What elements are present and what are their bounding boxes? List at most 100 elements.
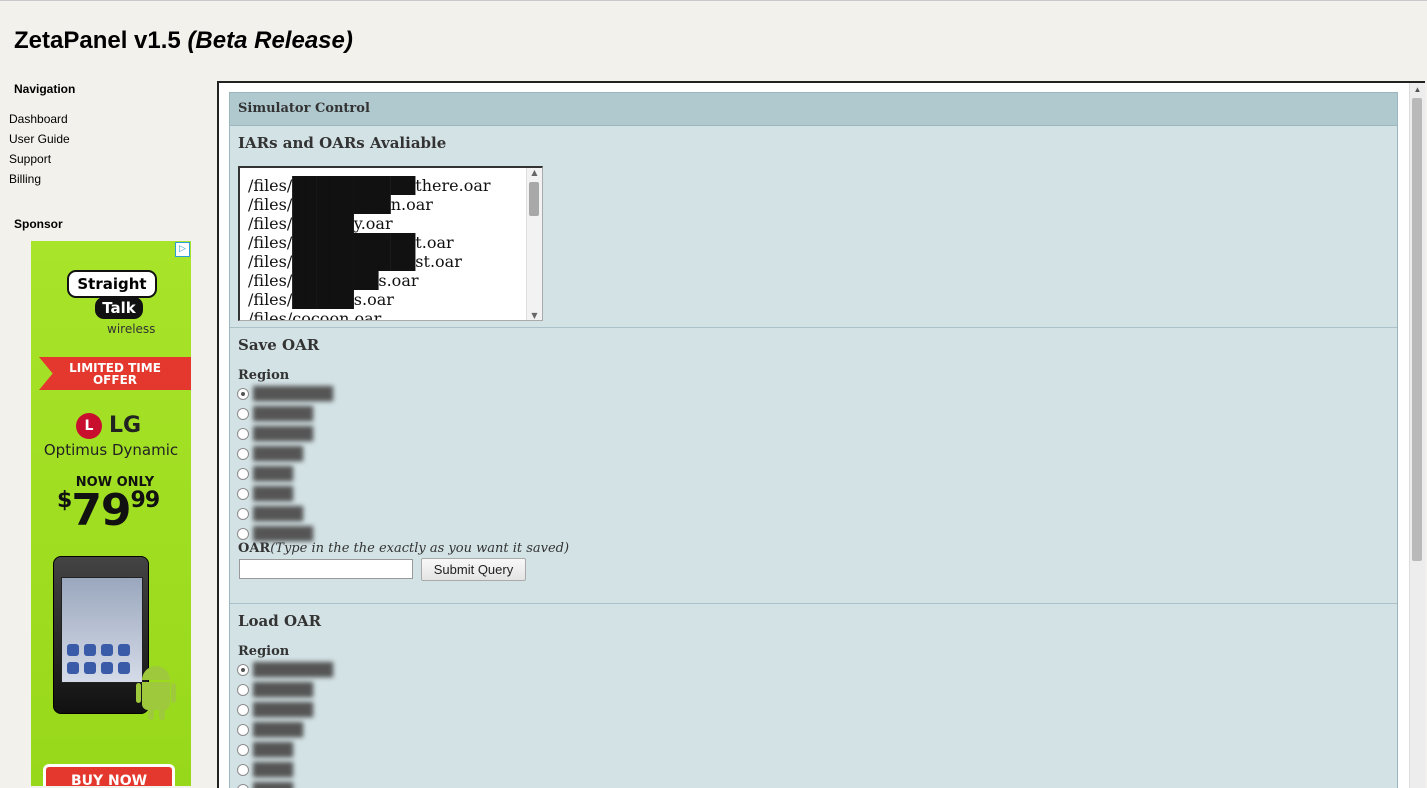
simulator-control-card: Simulator Control IARs and OARs Avaliabl… (229, 92, 1398, 788)
files-scroll-thumb[interactable] (529, 182, 539, 216)
phone-screen (61, 577, 143, 683)
radio-button[interactable] (237, 508, 249, 520)
brand-sub: wireless (107, 322, 155, 336)
top-border (0, 0, 1427, 1)
region-name: ████ (253, 467, 293, 482)
sponsor-ad[interactable]: ▷ Straight Talk wireless LIMITED TIME OF… (31, 241, 191, 786)
save-region-radio[interactable]: ████ (237, 464, 293, 484)
section-divider (230, 327, 1397, 328)
save-region-label: Region (238, 368, 289, 383)
load-region-radio[interactable]: ██████ (237, 700, 313, 720)
main-frame: Simulator Control IARs and OARs Avaliabl… (217, 81, 1425, 788)
lg-logo-icon: L (76, 413, 102, 439)
phone-app-row (67, 662, 137, 674)
region-name: ██████ (253, 683, 313, 698)
save-region-radio[interactable]: █████ (237, 504, 303, 524)
ad-price: $7999 (57, 485, 159, 536)
file-item[interactable]: /files/███████s.oar (248, 271, 491, 290)
card-header: Simulator Control (230, 93, 1397, 126)
price-main: 79 (71, 485, 130, 536)
region-name: ████████ (253, 387, 333, 402)
submit-query-button[interactable]: Submit Query (421, 558, 526, 581)
file-item[interactable]: /files/██████████st.oar (248, 252, 491, 271)
file-item[interactable]: /files/████████n.oar (248, 195, 491, 214)
radio-button[interactable] (237, 744, 249, 756)
region-name: █████ (253, 447, 303, 462)
brand-line2: Talk (95, 297, 143, 319)
radio-button[interactable] (237, 388, 249, 400)
load-region-radio[interactable]: █████ (237, 720, 303, 740)
save-oar-title: Save OAR (238, 336, 319, 354)
scroll-down-icon[interactable]: ▼ (527, 311, 542, 320)
files-scrollbar[interactable]: ▲ ▼ (526, 168, 542, 320)
sponsor-heading: Sponsor (14, 217, 63, 231)
phone-app-row (67, 644, 137, 656)
oar-hint: (Type in the the exactly as you want it … (270, 541, 569, 556)
straight-talk-logo: Straight Talk (67, 270, 151, 318)
radio-button[interactable] (237, 684, 249, 696)
radio-button[interactable] (237, 448, 249, 460)
region-name: ████ (253, 763, 293, 778)
load-region-label: Region (238, 644, 289, 659)
radio-button[interactable] (237, 764, 249, 776)
main-scroll-thumb[interactable] (1412, 98, 1422, 561)
adchoices-icon[interactable]: ▷ (175, 242, 190, 257)
file-item[interactable]: /files/██████████t.oar (248, 233, 491, 252)
radio-button[interactable] (237, 468, 249, 480)
radio-button[interactable] (237, 784, 249, 788)
file-item[interactable]: /files/cocoon.oar (248, 309, 491, 321)
load-region-radio[interactable]: ████ (237, 780, 293, 788)
files-listbox[interactable]: /files/██████████there.oar /files/██████… (238, 166, 543, 321)
scroll-up-icon[interactable]: ▲ (527, 168, 542, 177)
radio-button[interactable] (237, 664, 249, 676)
radio-button[interactable] (237, 408, 249, 420)
load-region-radio[interactable]: ████ (237, 760, 293, 780)
oar-name-input[interactable] (239, 559, 413, 579)
oar-label-text: OAR (238, 541, 270, 556)
save-region-radio[interactable]: █████ (237, 444, 303, 464)
radio-button[interactable] (237, 528, 249, 540)
nav-link-billing[interactable]: Billing (9, 172, 41, 186)
banner-line2: OFFER (39, 374, 191, 386)
radio-button[interactable] (237, 428, 249, 440)
region-name: █████ (253, 723, 303, 738)
region-name: ██████ (253, 527, 313, 542)
app-title-text: ZetaPanel v1.5 (14, 27, 181, 54)
load-region-radio[interactable]: ████ (237, 740, 293, 760)
section-divider (230, 603, 1397, 604)
brand-line1: Straight (67, 270, 157, 298)
main-scrollbar[interactable]: ▲ (1409, 83, 1425, 788)
oar-label: OAR(Type in the the exactly as you want … (238, 541, 569, 556)
phone-image (53, 556, 149, 714)
buy-now-button[interactable]: BUY NOW (43, 764, 175, 786)
price-dollar: $ (57, 488, 71, 513)
scroll-up-icon[interactable]: ▲ (1410, 83, 1425, 97)
file-item[interactable]: /files/██████████there.oar (248, 176, 491, 195)
load-region-radio[interactable]: ████████ (237, 660, 333, 680)
navigation-heading: Navigation (14, 82, 75, 96)
region-name: ████ (253, 487, 293, 502)
region-name: ████████ (253, 663, 333, 678)
region-name: ██████ (253, 407, 313, 422)
radio-button[interactable] (237, 488, 249, 500)
files-list: /files/██████████there.oar /files/██████… (248, 176, 491, 321)
limited-offer-banner: LIMITED TIME OFFER (39, 357, 191, 390)
app-subtitle: (Beta Release) (187, 27, 352, 54)
radio-button[interactable] (237, 724, 249, 736)
file-item[interactable]: /files/█████y.oar (248, 214, 491, 233)
nav-link-dashboard[interactable]: Dashboard (9, 112, 68, 126)
file-item[interactable]: /files/█████s.oar (248, 290, 491, 309)
nav-link-support[interactable]: Support (9, 152, 51, 166)
save-region-radio[interactable]: ██████ (237, 424, 313, 444)
save-region-radio[interactable]: ████████ (237, 384, 333, 404)
load-region-radio[interactable]: ██████ (237, 680, 313, 700)
ad-maker: LG (109, 413, 141, 438)
region-name: ████ (253, 783, 293, 788)
android-icon (136, 666, 176, 722)
save-region-radio[interactable]: ████ (237, 484, 293, 504)
nav-link-user-guide[interactable]: User Guide (9, 132, 70, 146)
region-name: █████ (253, 507, 303, 522)
region-name: ████ (253, 743, 293, 758)
save-region-radio[interactable]: ██████ (237, 404, 313, 424)
radio-button[interactable] (237, 704, 249, 716)
